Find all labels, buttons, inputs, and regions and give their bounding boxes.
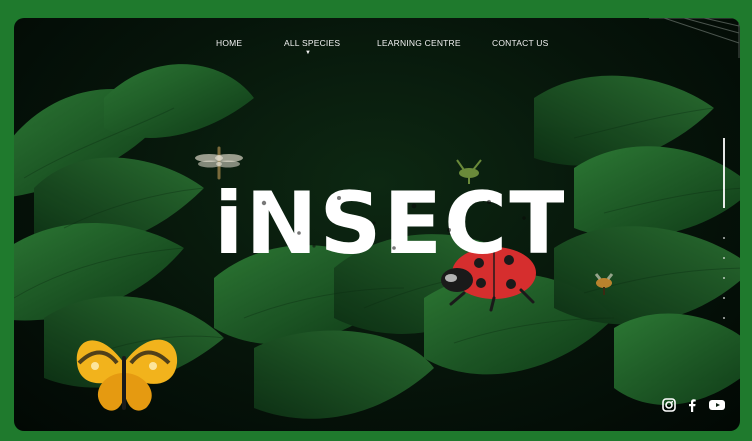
nav-contact-us-label: CONTACT US — [492, 38, 549, 48]
nav-all-species-label: ALL SPECIES — [284, 38, 341, 48]
social-links — [662, 398, 726, 417]
nav-learning-centre[interactable]: LEARNING CENTRE — [377, 38, 461, 48]
side-scrollbar[interactable] — [722, 138, 726, 338]
nav-all-species[interactable]: ALL SPECIES — [284, 38, 340, 48]
nav-learning-centre-label: LEARNING CENTRE — [377, 38, 461, 48]
browser-frame: HOME ALL SPECIES ▼ LEARNING CENTRE CONTA… — [0, 0, 752, 441]
facebook-icon[interactable] — [686, 398, 698, 417]
hero-screen: HOME ALL SPECIES ▼ LEARNING CENTRE CONTA… — [14, 18, 740, 431]
nav-home[interactable]: HOME — [216, 38, 242, 48]
caret-down-icon[interactable]: ▼ — [305, 50, 311, 56]
hero-title-text: iNSECTS — [214, 174, 564, 274]
instagram-icon[interactable] — [662, 398, 676, 417]
nav-contact-us[interactable]: CONTACT US — [492, 38, 548, 48]
youtube-icon[interactable] — [708, 398, 726, 417]
nav-home-label: HOME — [216, 38, 243, 48]
hero-title: iNSECTS — [214, 174, 564, 274]
top-navigation: HOME ALL SPECIES ▼ LEARNING CENTRE CONTA… — [14, 38, 740, 68]
